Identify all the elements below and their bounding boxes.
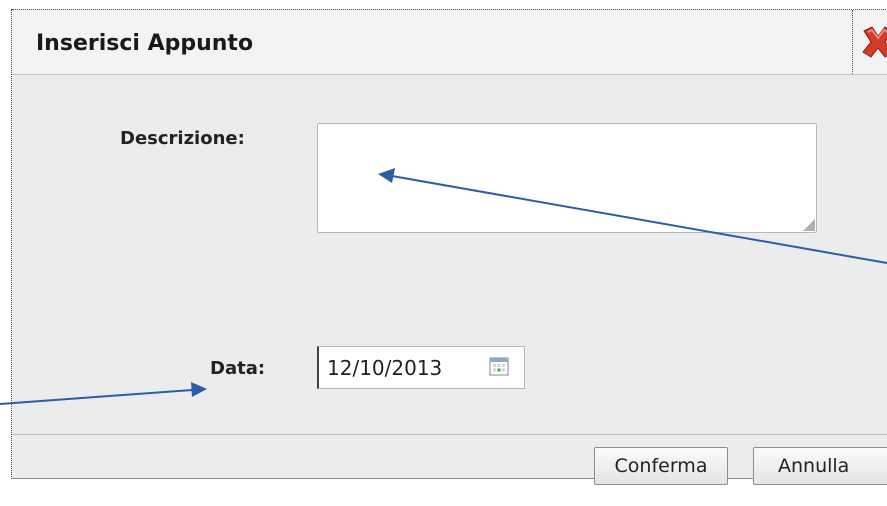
dialog-footer: Conferma Annulla — [12, 434, 887, 485]
confirm-button[interactable]: Conferma — [594, 447, 728, 485]
description-label: Descrizione: — [120, 128, 245, 149]
close-separator — [852, 10, 853, 74]
resize-grip-icon[interactable] — [803, 219, 815, 231]
date-value: 12/10/2013 — [327, 356, 443, 380]
cancel-button[interactable]: Annulla — [753, 447, 887, 485]
close-x-icon — [862, 26, 887, 58]
date-label: Data: — [210, 358, 266, 379]
close-button[interactable] — [858, 24, 887, 60]
date-input[interactable]: 12/10/2013 — [317, 346, 525, 389]
description-textarea[interactable] — [317, 123, 817, 233]
dialog-title: Inserisci Appunto — [36, 31, 254, 56]
dialog: Inserisci Appunto Descrizione: Data: 12/… — [11, 9, 887, 485]
calendar-icon[interactable] — [489, 356, 509, 376]
dialog-titlebar: Inserisci Appunto — [12, 9, 887, 75]
